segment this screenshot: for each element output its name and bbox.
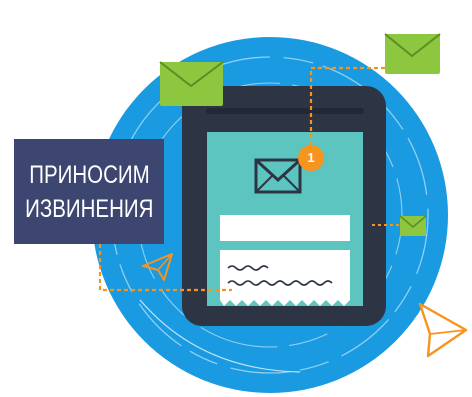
- message-field: [220, 215, 350, 241]
- envelope-icon-green-top: [384, 33, 441, 74]
- notification-count: 1: [307, 150, 315, 165]
- illustration: ПРИНОСИМ ИЗВИНЕНИЯ 1: [0, 0, 472, 397]
- paper-plane-icon-large: [418, 302, 468, 358]
- smartphone-icon: [182, 86, 386, 326]
- apology-banner: ПРИНОСИМ ИЗВИНЕНИЯ: [14, 139, 164, 244]
- torn-paper: [220, 250, 350, 306]
- banner-line-1: ПРИНОСИМ: [28, 160, 150, 189]
- envelope-icon-green-large: [159, 61, 224, 106]
- banner-line-2: ИЗВИНЕНИЯ: [24, 194, 154, 223]
- envelope-icon-green-small: [399, 215, 427, 236]
